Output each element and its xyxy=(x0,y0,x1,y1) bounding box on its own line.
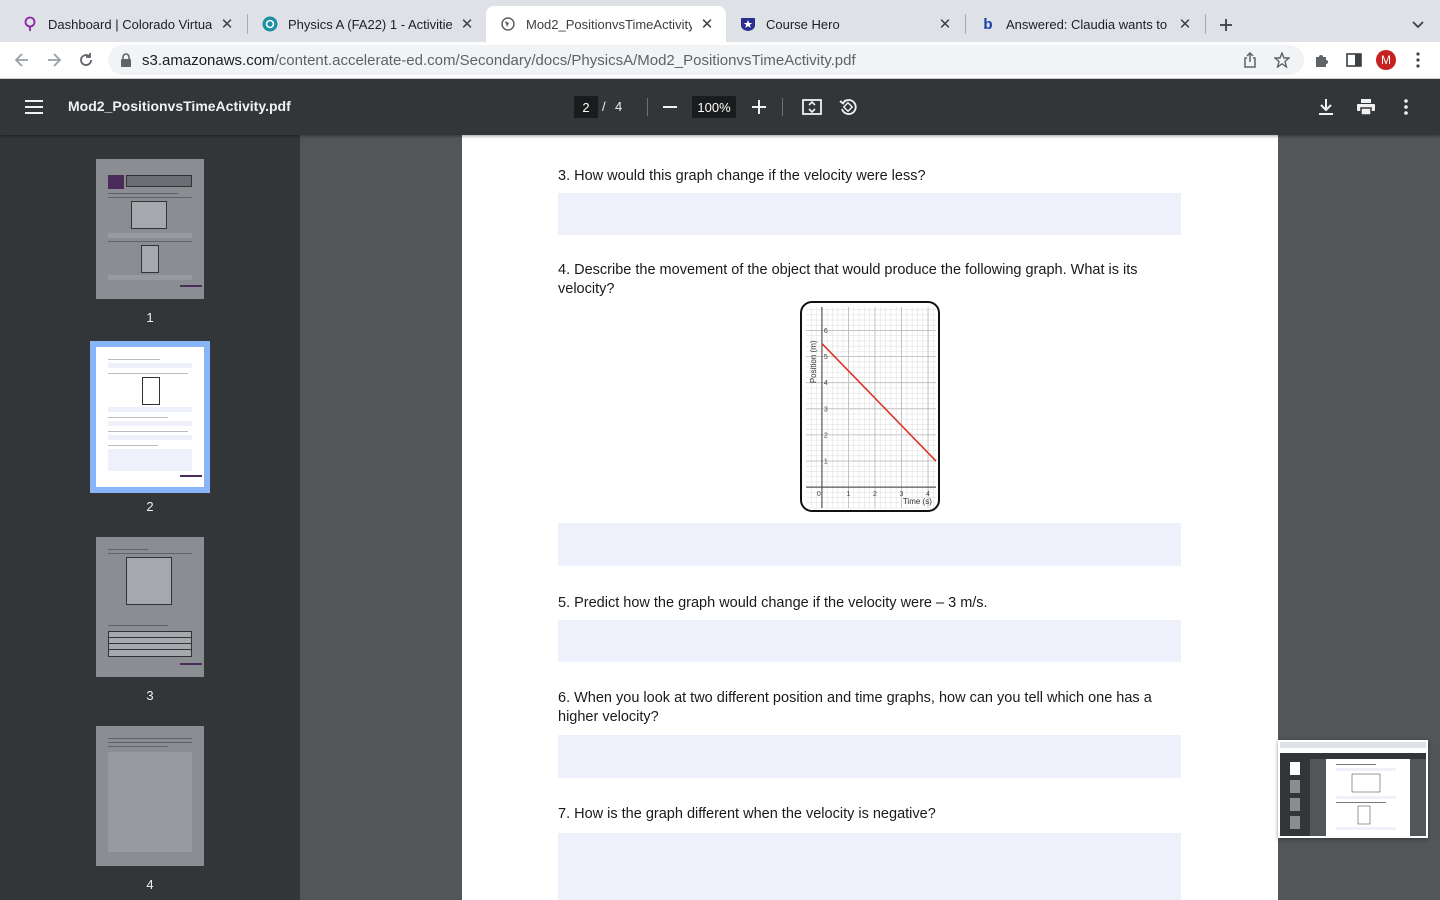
y-tick-label: 4 xyxy=(824,380,828,387)
data-series-line xyxy=(821,342,937,462)
page-number-input[interactable]: 2 xyxy=(574,96,598,118)
screen-preview-thumbnail[interactable] xyxy=(1278,740,1428,838)
close-icon[interactable]: ✕ xyxy=(936,15,954,33)
y-tick-label: 3 xyxy=(824,406,828,413)
share-icon[interactable] xyxy=(1241,51,1259,69)
tab-physics-activities[interactable]: Physics A (FA22) 1 - Activities ✕ xyxy=(248,6,486,42)
coursehero-icon xyxy=(740,16,756,32)
answer-field-7[interactable] xyxy=(558,833,1181,900)
tab-title: Answered: Claudia wants to m xyxy=(1006,16,1170,32)
tab-title: Mod2_PositionvsTimeActivity.p xyxy=(526,16,692,32)
close-icon[interactable]: ✕ xyxy=(698,15,716,33)
tab-title: Course Hero xyxy=(766,16,840,32)
side-panel-icon[interactable] xyxy=(1345,51,1363,69)
reload-button[interactable] xyxy=(74,48,98,72)
more-options-icon[interactable] xyxy=(1394,95,1418,119)
question-5: 5. Predict how the graph would change if… xyxy=(558,595,988,611)
y-tick-label: 1 xyxy=(824,459,828,466)
page-separator: / xyxy=(602,99,606,114)
rotate-icon[interactable] xyxy=(836,95,860,119)
pdf-toolbar: Mod2_PositionvsTimeActivity.pdf 2 / 4 10… xyxy=(0,79,1440,135)
tab-title: Dashboard | Colorado Virtual A xyxy=(48,16,212,32)
chart-canvas: 1234560 1 2 3 4Time (s)Position (m) xyxy=(806,307,937,509)
forward-button[interactable] xyxy=(42,48,66,72)
tab-strip: Dashboard | Colorado Virtual A ✕ Physics… xyxy=(0,0,1440,42)
address-bar[interactable]: s3.amazonaws.com/content.accelerate-ed.c… xyxy=(108,45,1304,75)
page-thumbnail-3[interactable] xyxy=(96,537,204,677)
answer-field-4[interactable] xyxy=(558,523,1181,566)
y-tick-label: 5 xyxy=(824,354,828,361)
toolbar-divider xyxy=(647,98,648,116)
y-tick-label: 2 xyxy=(824,432,828,439)
tab-answered[interactable]: b Answered: Claudia wants to m ✕ xyxy=(966,6,1204,42)
globe-icon xyxy=(500,16,516,32)
url-host: s3.amazonaws.com xyxy=(142,51,275,69)
tab-course-hero[interactable]: Course Hero ✕ xyxy=(726,6,964,42)
x-tick-label: 0 xyxy=(817,491,821,498)
question-4: 4. Describe the movement of the object t… xyxy=(558,262,1138,278)
question-3: 3. How would this graph change if the ve… xyxy=(558,168,926,184)
browser-toolbar: s3.amazonaws.com/content.accelerate-ed.c… xyxy=(0,42,1440,79)
profile-avatar[interactable]: M xyxy=(1376,50,1396,70)
toolbar-divider xyxy=(782,98,783,116)
thumbnail-label: 3 xyxy=(146,688,154,703)
x-axis-label: Time (s) xyxy=(903,497,932,506)
new-tab-button[interactable] xyxy=(1214,13,1238,37)
question-6-continued: higher velocity? xyxy=(558,709,659,725)
canvas-icon xyxy=(262,16,278,32)
tab-search-chevron-icon[interactable] xyxy=(1406,13,1430,37)
page-thumbnail-4[interactable] xyxy=(96,726,204,866)
pdf-page: 3. How would this graph change if the ve… xyxy=(462,135,1278,900)
extensions-puzzle-icon[interactable] xyxy=(1313,51,1331,69)
fit-to-page-icon[interactable] xyxy=(800,95,824,119)
close-icon[interactable]: ✕ xyxy=(218,15,236,33)
pdf-filename: Mod2_PositionvsTimeActivity.pdf xyxy=(68,98,291,114)
position-time-graph: 1 2 3 4 5 6 0 1 2 3 4 Time (s) Position (m) xyxy=(800,301,940,512)
question-6: 6. When you look at two different positi… xyxy=(558,690,1152,706)
page-thumbnail-1[interactable] xyxy=(96,159,204,299)
bulb-icon xyxy=(22,16,38,32)
page-total: 4 xyxy=(615,99,623,114)
download-icon[interactable] xyxy=(1314,95,1338,119)
x-tick-label: 1 xyxy=(846,491,850,498)
y-axis-label: Position (m) xyxy=(809,340,818,383)
thumbnail-label: 4 xyxy=(146,877,154,892)
page-thumbnail-2[interactable] xyxy=(90,341,210,493)
browser-menu-icon[interactable] xyxy=(1409,51,1427,69)
y-tick-label: 6 xyxy=(824,328,828,335)
thumbnail-sidebar: 1 2 3 4 xyxy=(0,135,300,900)
tab-pdf-activity[interactable]: Mod2_PositionvsTimeActivity.p ✕ xyxy=(486,6,726,42)
tab-divider xyxy=(1205,14,1206,34)
close-icon[interactable]: ✕ xyxy=(458,15,476,33)
back-button[interactable] xyxy=(10,48,34,72)
lock-icon[interactable] xyxy=(120,53,134,67)
bartleby-icon: b xyxy=(983,15,993,33)
answer-field-5[interactable] xyxy=(558,620,1181,662)
close-icon[interactable]: ✕ xyxy=(1176,15,1194,33)
thumbnail-label: 1 xyxy=(146,310,154,325)
thumbnail-label: 2 xyxy=(146,499,154,514)
zoom-level-input[interactable]: 100% xyxy=(692,96,736,118)
question-4-continued: velocity? xyxy=(558,281,615,297)
question-7: 7. How is the graph different when the v… xyxy=(558,806,936,822)
bookmark-star-icon[interactable] xyxy=(1273,51,1291,69)
zoom-in-button[interactable] xyxy=(748,96,770,118)
tab-title: Physics A (FA22) 1 - Activities xyxy=(288,16,452,32)
answer-field-3[interactable] xyxy=(558,193,1181,235)
sidebar-menu-icon[interactable] xyxy=(22,95,46,119)
answer-field-6[interactable] xyxy=(558,735,1181,778)
zoom-out-button[interactable] xyxy=(659,96,681,118)
url-path: /content.accelerate-ed.com/Secondary/doc… xyxy=(274,51,856,69)
print-icon[interactable] xyxy=(1354,95,1378,119)
x-tick-label: 2 xyxy=(873,491,877,498)
tab-dashboard[interactable]: Dashboard | Colorado Virtual A ✕ xyxy=(8,6,246,42)
